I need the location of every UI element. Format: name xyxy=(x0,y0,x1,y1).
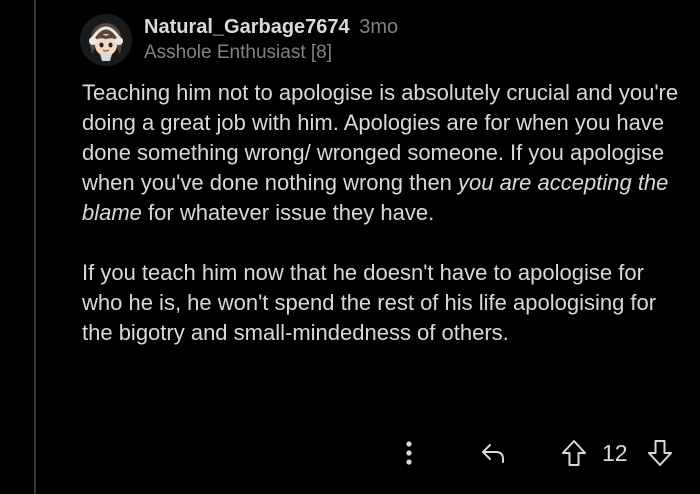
avatar-image xyxy=(80,14,132,66)
downvote-button[interactable] xyxy=(646,433,674,473)
comment-time: 3mo xyxy=(359,16,399,38)
thread-line xyxy=(34,0,36,494)
comment-paragraph-2: If you teach him now that he doesn't hav… xyxy=(82,260,657,345)
avatar[interactable] xyxy=(80,14,132,66)
reply-button[interactable] xyxy=(480,433,506,473)
reply-arrow-icon xyxy=(482,444,504,463)
more-options-button[interactable] xyxy=(402,433,416,473)
author-row: Natural_Garbage7674 3mo xyxy=(144,14,398,40)
comment-header: Natural_Garbage7674 3mo Asshole Enthusia… xyxy=(144,14,398,66)
comment-paragraph-1: Teaching him not to apologise is absolut… xyxy=(82,78,682,228)
user-flair: Asshole Enthusiast [8] xyxy=(144,42,332,63)
upvote-button[interactable] xyxy=(560,433,588,473)
comment-body: Teaching him not to apologise is absolut… xyxy=(82,78,682,348)
paragraph-1-text-b: for whatever issue they have. xyxy=(141,200,435,225)
downvote-arrow-icon xyxy=(648,440,672,466)
more-vertical-icon xyxy=(406,441,412,465)
vote-score: 12 xyxy=(602,439,628,466)
username-link[interactable]: Natural_Garbage7674 xyxy=(144,16,350,38)
comment-actions: 12 xyxy=(390,433,690,473)
upvote-arrow-icon xyxy=(562,440,586,466)
